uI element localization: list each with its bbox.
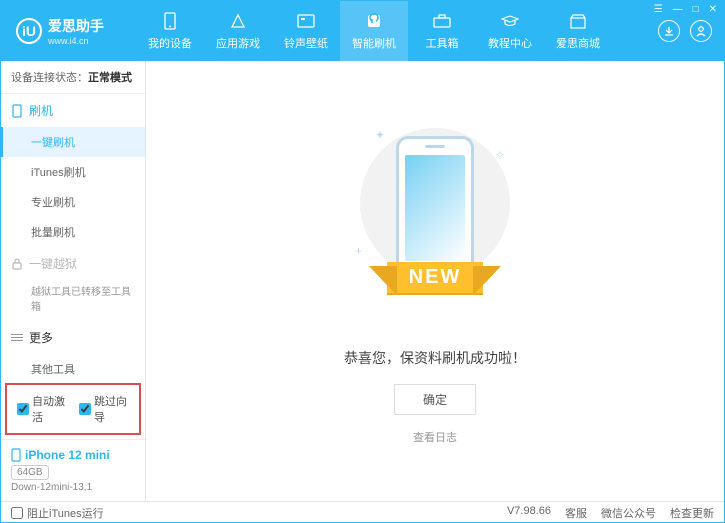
tab-apps[interactable]: 应用游戏 (204, 1, 272, 61)
nav-tabs: 我的设备 应用游戏 铃声壁纸 智能刷机 工具箱 教程中心 爱思商城 (136, 1, 658, 61)
device-info[interactable]: iPhone 12 mini 64GB Down-12mini-13,1 (1, 439, 145, 501)
tab-my-device[interactable]: 我的设备 (136, 1, 204, 61)
body: 设备连接状态：正常模式 刷机 一键刷机 iTunes刷机 专业刷机 批量刷机 一… (1, 61, 724, 501)
option-checkboxes: 自动激活 跳过向导 (5, 383, 141, 435)
tab-ringtones[interactable]: 铃声壁纸 (272, 1, 340, 61)
sidebar-item-pro-flash[interactable]: 专业刷机 (1, 187, 145, 217)
support-link[interactable]: 客服 (565, 505, 587, 521)
checkbox-skip-guide[interactable]: 跳过向导 (79, 393, 129, 425)
close-icon[interactable]: ✕ (705, 2, 721, 17)
section-jailbreak: 一键越狱 (1, 247, 145, 280)
apps-icon (228, 11, 248, 31)
view-log-link[interactable]: 查看日志 (413, 429, 457, 445)
footer: 阻止iTunes运行 V7.98.66 客服 微信公众号 检查更新 (1, 501, 724, 523)
header-actions (658, 20, 724, 42)
logo[interactable]: iU 爱思助手 www.i4.cn (1, 16, 136, 46)
device-identifier: Down-12mini-13,1 (11, 482, 135, 493)
menu-lines-icon (11, 332, 23, 343)
lock-icon (11, 258, 23, 270)
device-name: iPhone 12 mini (11, 448, 135, 462)
phone-tiny-icon (11, 448, 21, 462)
jailbreak-note: 越狱工具已转移至工具箱 (1, 280, 145, 321)
window-controls: ☰ — □ ✕ (650, 2, 721, 17)
phone-icon (160, 11, 180, 31)
minimize-icon[interactable]: — (669, 2, 687, 17)
tab-toolbox[interactable]: 工具箱 (408, 1, 476, 61)
maximize-icon[interactable]: □ (689, 2, 703, 17)
store-icon (568, 11, 588, 31)
tab-smart-flash[interactable]: 智能刷机 (340, 1, 408, 61)
header: ☰ — □ ✕ iU 爱思助手 www.i4.cn 我的设备 应用游戏 铃声壁纸… (1, 1, 724, 61)
user-button[interactable] (690, 20, 712, 42)
connection-status: 设备连接状态：正常模式 (1, 61, 145, 94)
section-more[interactable]: 更多 (1, 321, 145, 354)
menu-icon[interactable]: ☰ (650, 2, 667, 17)
sidebar-item-batch-flash[interactable]: 批量刷机 (1, 217, 145, 247)
section-flash[interactable]: 刷机 (1, 94, 145, 127)
update-link[interactable]: 检查更新 (670, 505, 714, 521)
version-label: V7.98.66 (507, 505, 551, 521)
wechat-link[interactable]: 微信公众号 (601, 505, 656, 521)
storage-badge: 64GB (11, 465, 49, 480)
success-message: 恭喜您，保资料刷机成功啦！ (344, 348, 526, 368)
new-ribbon: NEW (387, 262, 484, 293)
app-url: www.i4.cn (48, 36, 104, 46)
tab-store[interactable]: 爱思商城 (544, 1, 612, 61)
logo-icon: iU (16, 18, 42, 44)
sidebar-item-itunes-flash[interactable]: iTunes刷机 (1, 157, 145, 187)
checkbox-block-itunes[interactable]: 阻止iTunes运行 (11, 505, 104, 521)
checkbox-auto-activate[interactable]: 自动激活 (17, 393, 67, 425)
tutorial-icon (500, 11, 520, 31)
tab-tutorials[interactable]: 教程中心 (476, 1, 544, 61)
success-illustration: ✦ ✧ + NEW (345, 118, 525, 328)
main-content: ✦ ✧ + NEW 恭喜您，保资料刷机成功啦！ 确定 查看日志 (146, 61, 724, 501)
phone-small-icon (11, 104, 23, 118)
sidebar-item-other-tools[interactable]: 其他工具 (1, 354, 145, 379)
sidebar: 设备连接状态：正常模式 刷机 一键刷机 iTunes刷机 专业刷机 批量刷机 一… (1, 61, 146, 501)
download-button[interactable] (658, 20, 680, 42)
wallpaper-icon (296, 11, 316, 31)
app-title: 爱思助手 (48, 16, 104, 36)
toolbox-icon (432, 11, 452, 31)
flash-icon (364, 11, 384, 31)
sidebar-item-oneclick-flash[interactable]: 一键刷机 (1, 127, 145, 157)
ok-button[interactable]: 确定 (394, 384, 476, 415)
